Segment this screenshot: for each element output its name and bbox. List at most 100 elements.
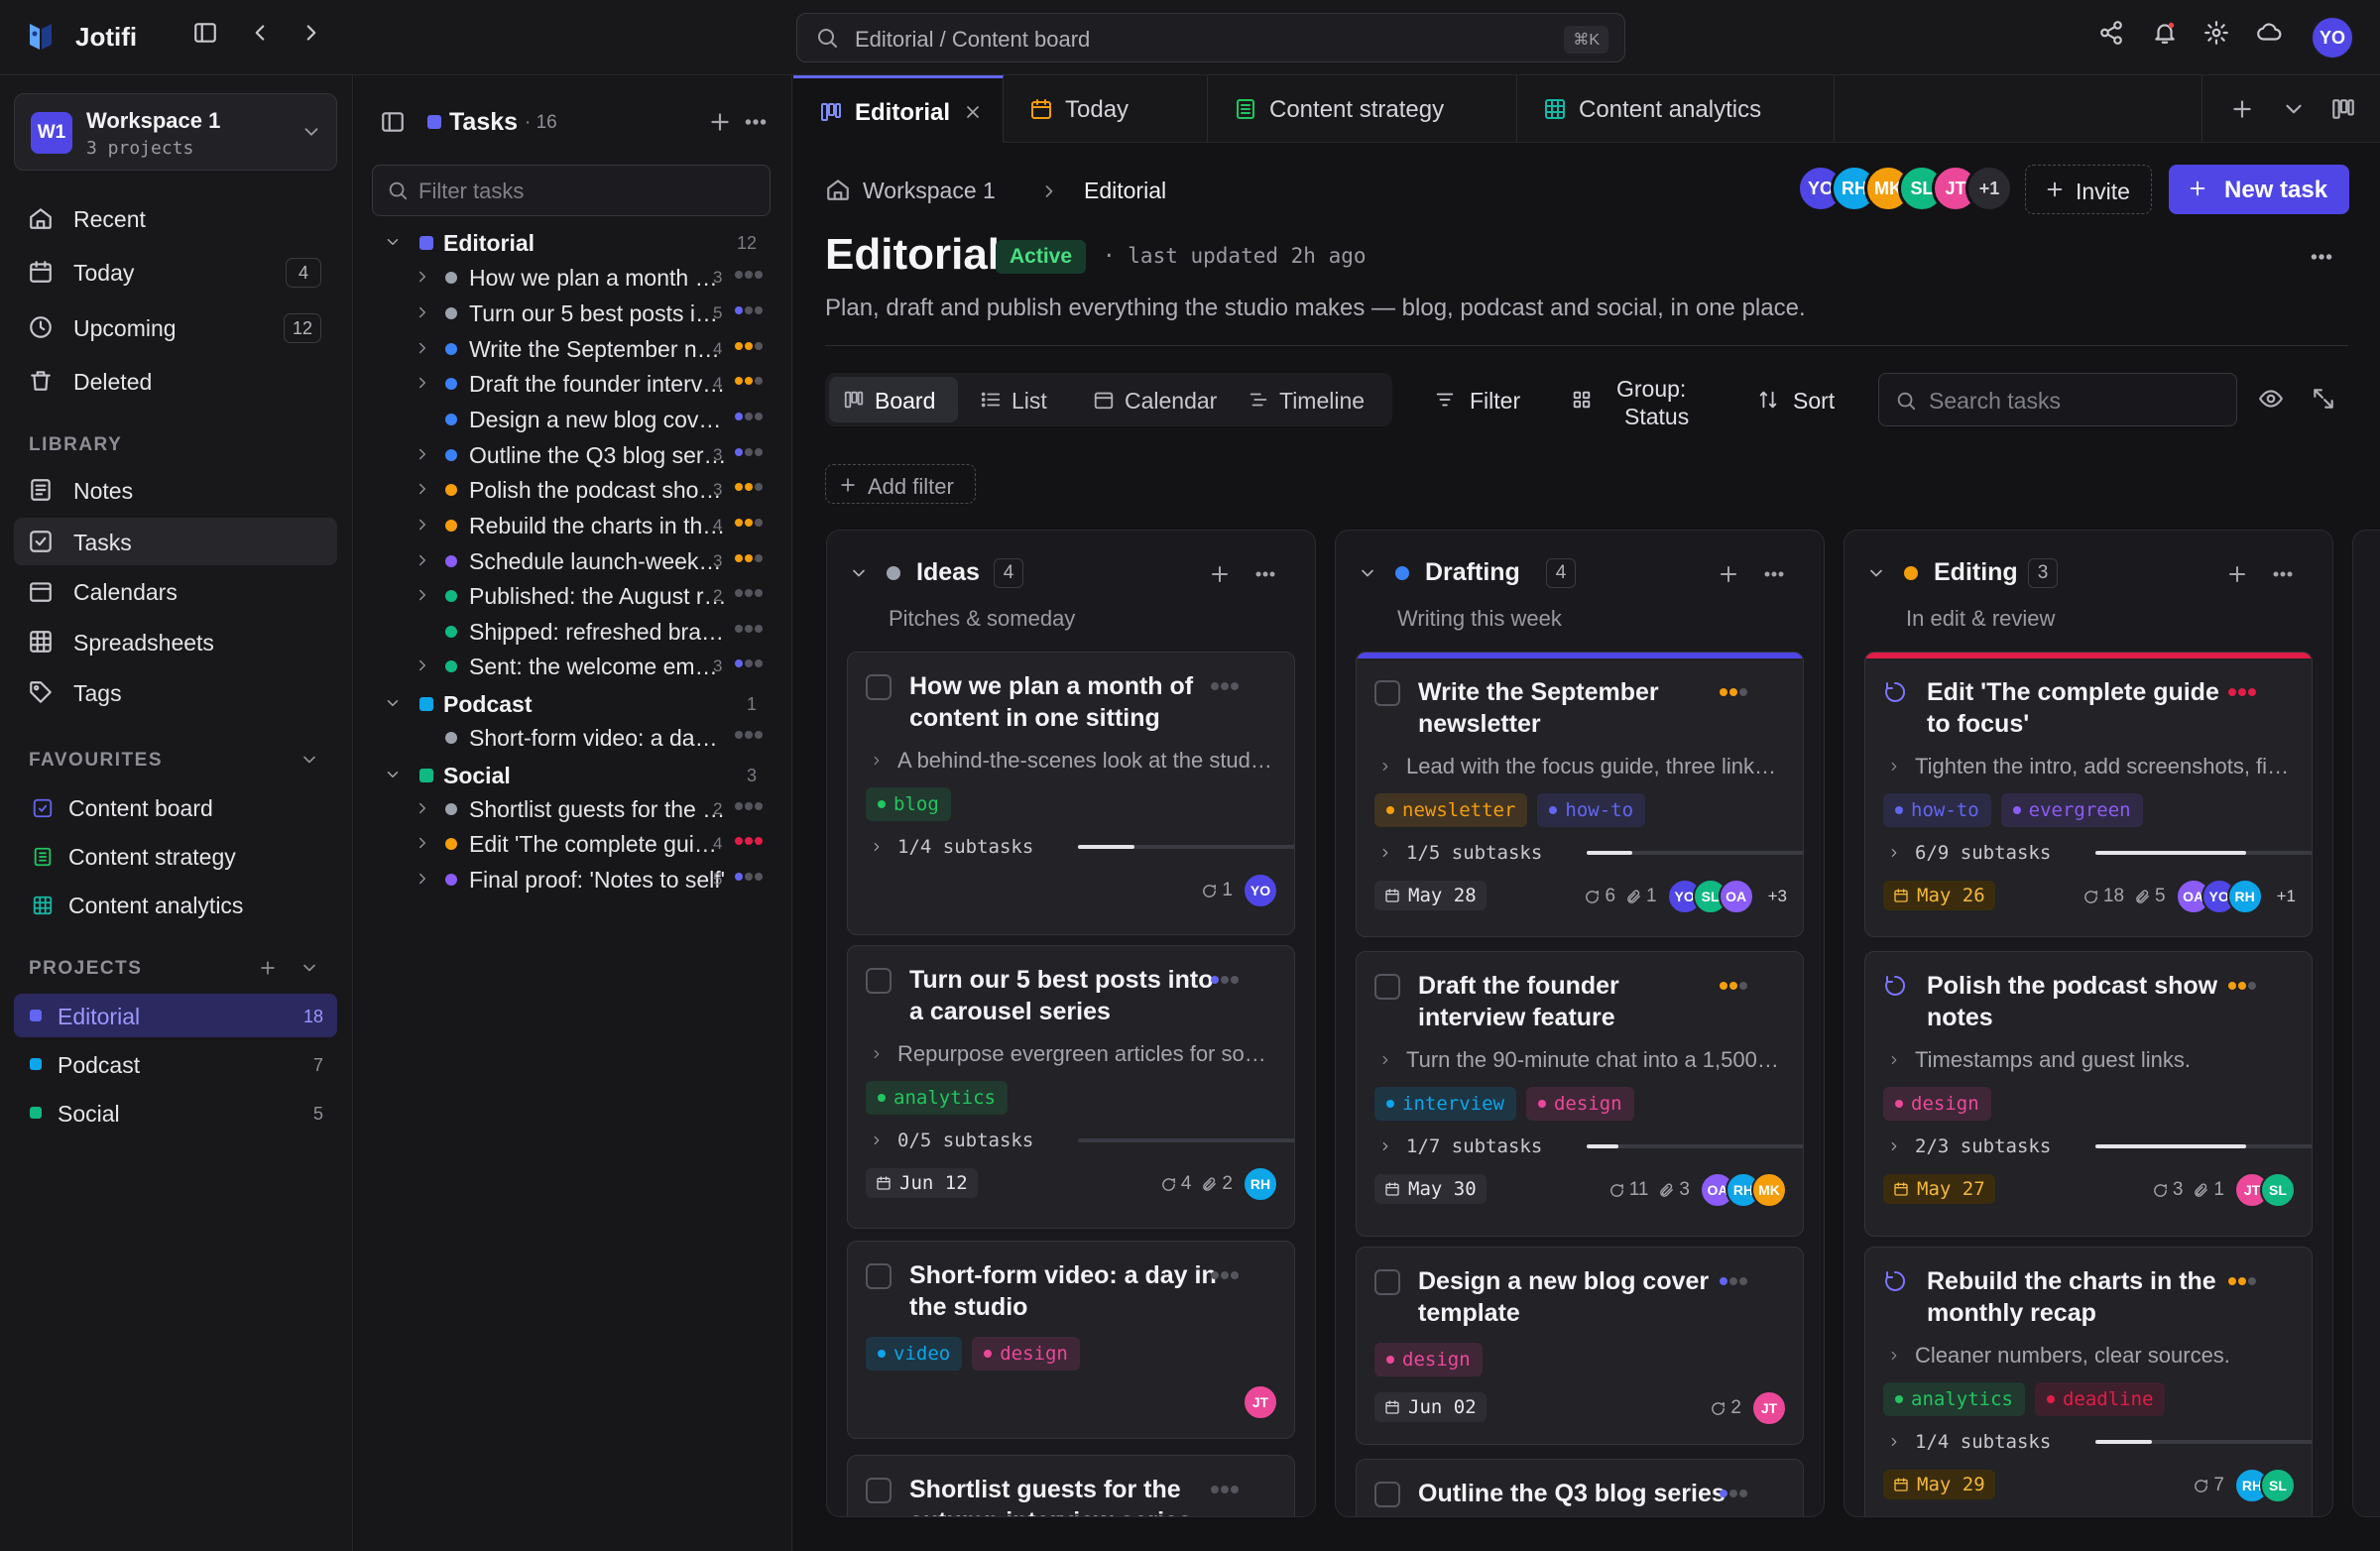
filter-tasks-input[interactable]: [418, 179, 756, 204]
due-date[interactable]: May 27: [1883, 1174, 1995, 1204]
back-icon[interactable]: [247, 20, 273, 46]
invite-button[interactable]: Invite: [2025, 165, 2152, 214]
task-card[interactable]: Draft the founder interview feature Turn …: [1356, 951, 1804, 1237]
plus-icon[interactable]: [258, 958, 278, 978]
share-icon[interactable]: [2098, 20, 2124, 46]
task-card[interactable]: Write the September newsletter Lead with …: [1356, 652, 1804, 937]
view-board[interactable]: Board: [829, 377, 958, 422]
comment-count[interactable]: 6: [1584, 886, 1615, 907]
attachment-count[interactable]: 1: [2193, 1179, 2224, 1201]
task-card[interactable]: Short-form video: a day in the studio vid…: [847, 1241, 1295, 1439]
more-horizontal-icon[interactable]: [1762, 562, 1786, 586]
avatar[interactable]: RH: [2226, 879, 2263, 914]
tag-design[interactable]: design: [1374, 1343, 1483, 1376]
task-checkbox[interactable]: [866, 1478, 892, 1503]
avatar[interactable]: JT: [1751, 1390, 1787, 1426]
user-avatar[interactable]: YO: [2311, 16, 2354, 60]
chevron-down-icon[interactable]: [299, 958, 319, 978]
assignee-avatars[interactable]: OA RH MK: [1700, 1172, 1787, 1208]
subtask-progress[interactable]: 1/5 subtasks: [1378, 841, 1803, 865]
close-icon[interactable]: [963, 102, 983, 122]
library-notes[interactable]: Notes: [14, 466, 337, 514]
board-icon[interactable]: [2330, 96, 2356, 122]
in-progress-icon[interactable]: [1883, 1269, 1907, 1293]
library-tasks[interactable]: Tasks: [14, 518, 337, 565]
sidebar-toggle-icon[interactable]: [192, 20, 218, 46]
tag-design[interactable]: design: [972, 1337, 1080, 1371]
subtask-progress[interactable]: 1/7 subtasks: [1378, 1134, 1803, 1158]
comment-count[interactable]: 3: [2152, 1179, 2183, 1201]
avatar[interactable]: OA: [1718, 879, 1754, 914]
tag-interview[interactable]: interview: [1374, 1087, 1516, 1121]
breadcrumb-workspace[interactable]: Workspace 1: [863, 178, 996, 204]
task-card[interactable]: Edit 'The complete guide to focus' Tighte…: [1864, 652, 2313, 937]
view-list[interactable]: List: [966, 377, 1075, 422]
member-avatars[interactable]: YO RH MK SL JT +1: [1797, 165, 2013, 212]
tag-how-to[interactable]: how-to: [1883, 793, 1991, 827]
plus-icon[interactable]: [1208, 562, 1232, 586]
project-editorial[interactable]: Editorial 18: [14, 994, 337, 1037]
assignee-avatars[interactable]: YO: [1243, 873, 1278, 908]
subtask-progress[interactable]: 0/5 subtasks: [870, 1129, 1294, 1152]
task-card[interactable]: Turn our 5 best posts into a carousel se…: [847, 945, 1295, 1229]
subtask-progress[interactable]: 2/3 subtasks: [1887, 1134, 2312, 1158]
in-progress-icon[interactable]: [1883, 974, 1907, 998]
due-date[interactable]: Jun 02: [1374, 1392, 1487, 1422]
bell-icon[interactable]: [2152, 20, 2178, 46]
chevron-down-icon[interactable]: [2281, 96, 2307, 122]
task-checkbox[interactable]: [866, 1263, 892, 1289]
avatar[interactable]: SL: [2260, 1172, 2296, 1208]
nav-today[interactable]: Today 4: [14, 248, 337, 296]
avatar[interactable]: MK: [1751, 1172, 1787, 1208]
new-tab-plus-icon[interactable]: [2229, 96, 2255, 122]
fav-content-analytics[interactable]: Content analytics: [14, 883, 337, 926]
project-social[interactable]: Social 5: [14, 1091, 337, 1134]
view-timeline[interactable]: Timeline: [1234, 377, 1386, 422]
task-card[interactable]: How we plan a month of content in one si…: [847, 652, 1295, 935]
assignee-avatars[interactable]: RH: [1243, 1166, 1278, 1202]
comment-count[interactable]: 11: [1608, 1179, 1648, 1201]
assignee-avatars[interactable]: JT SL: [2234, 1172, 2296, 1208]
subtask-progress[interactable]: 1/4 subtasks: [1887, 1430, 2312, 1454]
more-horizontal-icon[interactable]: [2309, 244, 2334, 270]
fav-content-board[interactable]: Content board: [14, 785, 337, 829]
nav-recent[interactable]: Recent: [14, 194, 337, 242]
plus-icon[interactable]: [2225, 562, 2249, 586]
tab-editorial[interactable]: Editorial: [793, 75, 1004, 143]
expand-icon[interactable]: [2311, 386, 2336, 412]
task-checkbox[interactable]: [866, 674, 892, 700]
task-card[interactable]: Shortlist guests for the autumn intervie…: [847, 1455, 1295, 1516]
due-date[interactable]: May 29: [1883, 1470, 1995, 1499]
due-date[interactable]: Jun 12: [866, 1168, 978, 1198]
tag-newsletter[interactable]: newsletter: [1374, 793, 1528, 827]
tag-analytics[interactable]: analytics: [1883, 1382, 2025, 1416]
tab-content-strategy[interactable]: Content strategy: [1208, 75, 1517, 143]
comment-count[interactable]: 7: [2193, 1475, 2224, 1496]
tree-task-row[interactable]: Final proof: 'Notes to self' 5: [354, 856, 792, 901]
eye-icon[interactable]: [2258, 386, 2284, 412]
tab-content-analytics[interactable]: Content analytics: [1517, 75, 1835, 143]
assignee-avatars[interactable]: JT: [1243, 1384, 1278, 1420]
plus-icon[interactable]: [707, 109, 733, 135]
tab-today[interactable]: Today: [1004, 75, 1208, 143]
task-checkbox[interactable]: [1374, 1482, 1400, 1507]
subtask-progress[interactable]: 1/4 subtasks: [870, 835, 1294, 859]
more-horizontal-icon[interactable]: [743, 109, 769, 135]
tag-deadline[interactable]: deadline: [2034, 1382, 2166, 1416]
tag-how-to[interactable]: how-to: [1537, 793, 1646, 827]
command-search[interactable]: Editorial / Content board ⌘K: [796, 13, 1625, 62]
tag-analytics[interactable]: analytics: [866, 1081, 1008, 1115]
comment-count[interactable]: 2: [1710, 1397, 1741, 1419]
comment-count[interactable]: 4: [1160, 1173, 1191, 1195]
sort-button[interactable]: Sort: [1757, 377, 1846, 424]
filter-button[interactable]: Filter: [1434, 377, 1533, 424]
in-progress-icon[interactable]: [1883, 680, 1907, 704]
task-card[interactable]: Polish the podcast show notes Timestamps …: [1864, 951, 2313, 1237]
task-search[interactable]: [1878, 373, 2237, 426]
tag-blog[interactable]: blog: [866, 787, 951, 821]
avatar[interactable]: RH: [1243, 1166, 1278, 1202]
due-date[interactable]: May 30: [1374, 1174, 1487, 1204]
assignee-avatars[interactable]: RH SL: [2234, 1468, 2296, 1503]
members-more[interactable]: +1: [1965, 165, 2013, 212]
assignee-avatars[interactable]: YO SL OA: [1666, 879, 1754, 914]
